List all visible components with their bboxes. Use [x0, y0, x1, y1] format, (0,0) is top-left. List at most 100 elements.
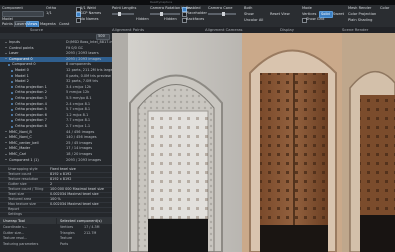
selected-components-header[interactable]: Selected component(s): [57, 218, 112, 224]
expand-arrow-icon[interactable]: [5, 47, 7, 49]
tree-row[interactable]: Ortho projection 5 5.7 cm/px 8.1: [0, 107, 112, 112]
camera-cone-label: Camera Cone: [208, 6, 233, 10]
mode-label: Mode: [302, 6, 312, 10]
gcp-names-label: GCP Names: [80, 11, 102, 15]
color-label[interactable]: Color: [380, 6, 389, 10]
expand-arrow-icon[interactable]: [5, 52, 7, 54]
tree-row[interactable]: MMC_Nord_C 140 / 456 images: [0, 135, 112, 140]
tree-row[interactable]: Ortho projection 6 1.2 m/px 8.1: [0, 113, 112, 118]
unwrap-tool-row[interactable]: Texturing parameters: [3, 242, 38, 247]
left-door-shadow: [148, 219, 208, 252]
scene-render: [112, 33, 395, 252]
unwrap-tool-title: Unwrap Tool: [3, 219, 25, 223]
backfaces-label: Backfaces: [186, 17, 205, 21]
tree-row[interactable]: Ortho projection 7 7.7 cm/px 8.1: [0, 118, 112, 123]
uncolor-all-label[interactable]: Uncolor All: [244, 18, 263, 22]
tree-row[interactable]: Ortho projection 8 2.7 cm/px 1.1: [0, 124, 112, 129]
3d-viewport[interactable]: [112, 33, 395, 252]
camera-rotation-slider[interactable]: [150, 12, 180, 16]
expand-arrow-icon[interactable]: [5, 131, 7, 133]
color-projection-label[interactable]: Color Projection: [348, 12, 376, 16]
tree-header: 500: [0, 33, 112, 40]
right-door-shadow: [360, 215, 395, 252]
tree-row-label: Component 0: [9, 56, 33, 61]
tree-row[interactable]: Model 1 0 parts, 0.0M tris preview: [0, 74, 112, 79]
tree-row-value: 5.7 cm/px 8.1: [66, 107, 91, 112]
views-label: Views: [27, 22, 38, 26]
tree-row[interactable]: MMC_Nord_B 44 / 456 images: [0, 130, 112, 135]
expand-arrow-icon[interactable]: [5, 58, 7, 60]
tree-row[interactable]: MMC_Mader 17 / 14 images: [0, 146, 112, 151]
hidden-label-1: Hidden: [136, 17, 149, 21]
tree-row[interactable]: Component 0 8 components: [0, 62, 112, 67]
ribbon-model[interactable]: Model: [2, 17, 13, 21]
tree-row-label: Ortho projection 4: [15, 101, 47, 106]
ortho-label[interactable]: Ortho: [46, 6, 56, 10]
expand-arrow-icon[interactable]: [5, 41, 7, 43]
slider-knob[interactable]: [118, 12, 121, 16]
tree-row-value: Fit 0/0 GC: [66, 45, 84, 50]
plain-shading-label[interactable]: Plain Shading: [348, 18, 372, 22]
tree-row-value: 140 / 456 images: [66, 135, 97, 140]
tree-row[interactable]: MMC_Carl 18 / 20 images: [0, 152, 112, 157]
ribbon-label-component[interactable]: Component: [2, 6, 23, 10]
tree-row[interactable]: Model 2 32 parts, 7.0M tris: [0, 79, 112, 84]
left-door-studs: [148, 111, 208, 219]
weld-label: 1/1 Weld: [80, 6, 96, 10]
model-icon: [11, 91, 13, 94]
ribbon-points[interactable]: Points: [2, 22, 13, 26]
unwrap-tool-row[interactable]: Gutter size...: [3, 231, 24, 236]
tree-row[interactable]: Ortho projection 1 3.4 cm/px 12k: [0, 85, 112, 90]
model-icon: [11, 69, 13, 72]
tree-row[interactable]: Component 1 (1) 2093 / 2093 images: [0, 158, 112, 163]
tree-row[interactable]: Ortho projection 3 5.5 mm/px 8.1: [0, 96, 112, 101]
show-label[interactable]: Show: [244, 12, 254, 16]
tree-row-value: 17 / 14 images: [66, 146, 93, 151]
tree-row-value: D:\MSD Boss_Intel_8817.img: [66, 40, 117, 44]
tree-row-value: 3.4 cm/px 12k: [66, 84, 92, 89]
expand-arrow-icon[interactable]: [5, 142, 7, 144]
tree-row-label: Inputs: [9, 40, 20, 44]
tree-row[interactable]: Ortho projection 4 2.4 cm/px 8.1: [0, 102, 112, 107]
tree-row[interactable]: Model 0 12 parts, 211.2M tris large: [0, 68, 113, 73]
camera-cone-slider[interactable]: [208, 12, 236, 16]
selected-component-row: Triangles: [60, 230, 75, 235]
point-lengths-slider[interactable]: [112, 12, 134, 16]
lasers-label[interactable]: Lasers: [15, 22, 27, 26]
tree-row-label: MMC_center_bell: [9, 140, 39, 145]
panel-divider: [0, 165, 112, 166]
ribbon-toolbar: Component Model Points Views Lasers Mage…: [0, 5, 395, 28]
tree-row[interactable]: Laser 2093 / 2093 lasers: [0, 51, 112, 56]
placeholder-label: Placeholder: [186, 11, 207, 15]
magenta-label[interactable]: Magenta: [40, 22, 56, 26]
slider-knob[interactable]: [160, 12, 163, 16]
tree-row[interactable]: Component 0 2093 / 2093 images: [0, 56, 112, 62]
tree-row-label: Ortho projection 7: [15, 118, 47, 123]
tree-row-label: Component 0: [12, 62, 36, 67]
expand-arrow-icon[interactable]: [5, 153, 7, 155]
expand-arrow-icon[interactable]: [5, 159, 7, 161]
expand-arrow-icon[interactable]: [5, 147, 7, 149]
sweet-button[interactable]: Sweet: [333, 12, 344, 16]
tree-row[interactable]: Inputs D:\MSD Boss_Intel_8817.img: [0, 40, 116, 45]
unwrap-tool-row[interactable]: Coordinate s...: [3, 225, 27, 230]
tree-row-value: 2.4 cm/px 8.1: [66, 101, 91, 106]
tree-row-label: Component 1 (1): [9, 157, 39, 162]
tree-row[interactable]: Ortho projection 2 5 mm/px 12k: [0, 90, 112, 95]
model-icon: [11, 86, 13, 89]
model-icon: [11, 97, 13, 100]
vertices-button[interactable]: Vertices: [302, 12, 316, 16]
model-icon: [11, 75, 13, 78]
unwrap-tool-row[interactable]: Texture resol...: [3, 236, 27, 241]
tree-row[interactable]: Control points Fit 0/0 GC: [0, 46, 112, 51]
slider-knob[interactable]: [222, 12, 225, 16]
ortho-model-label: 1/1: [46, 11, 52, 15]
expand-arrow-icon[interactable]: [5, 136, 7, 138]
unwrap-tool-header[interactable]: Unwrap Tool: [0, 218, 56, 224]
model-icon: [11, 125, 13, 128]
hidden-label-2: Hidden: [164, 17, 177, 21]
tree-row[interactable]: MMC_center_bell 25 / 45 images: [0, 141, 112, 146]
reset-view-button[interactable]: Reset View: [270, 12, 290, 16]
both-label[interactable]: Both: [244, 6, 252, 10]
const-label[interactable]: Const: [59, 22, 69, 26]
